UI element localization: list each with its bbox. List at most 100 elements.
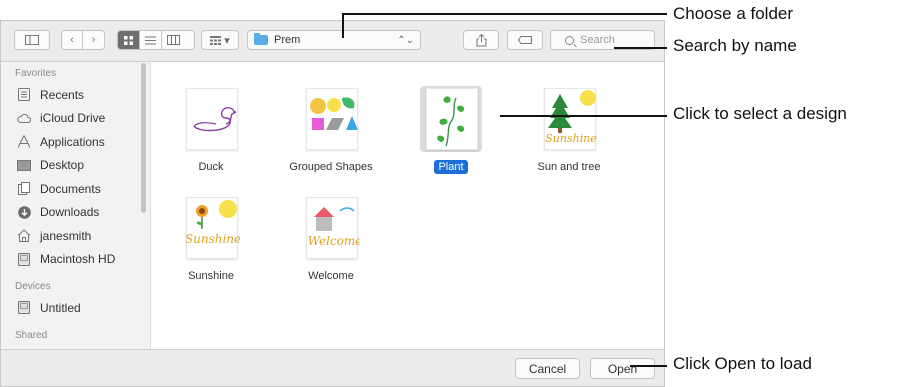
- sidebar-item-label: Untitled: [40, 300, 81, 315]
- sidebar-item-label: janesmith: [40, 228, 92, 243]
- thumb-text: Sunshine: [545, 132, 597, 145]
- file-thumbnail-selected: [420, 86, 482, 152]
- file-name: Grouped Shapes: [289, 161, 373, 173]
- duck-design-icon: [193, 107, 237, 132]
- callout-search-by-name: Search by name: [673, 36, 797, 55]
- callout-line-search: [614, 47, 667, 49]
- callout-open-to-load: Click Open to load: [673, 354, 812, 373]
- sidebar-scrollbar[interactable]: [141, 63, 146, 213]
- callout-line-open: [630, 365, 667, 367]
- desktop-icon: [17, 158, 31, 172]
- sidebar-icon: [25, 35, 39, 45]
- sidebar-item-label: Macintosh HD: [40, 252, 116, 267]
- tag-button[interactable]: [507, 30, 543, 50]
- recents-icon: [17, 88, 31, 102]
- sidebar-item-untitled[interactable]: Untitled: [1, 296, 150, 320]
- grid-icon: [124, 35, 133, 45]
- shapes-design-icon: [310, 97, 358, 130]
- sidebar-item-documents[interactable]: Documents: [1, 177, 150, 201]
- list-view-button[interactable]: [140, 31, 162, 49]
- popup-chevrons-icon: ⌃⌄: [397, 34, 414, 46]
- forward-button[interactable]: ›: [83, 31, 104, 49]
- column-view-button[interactable]: [162, 31, 184, 49]
- file-thumbnail: [180, 86, 242, 152]
- disk-icon: [17, 301, 31, 315]
- plant-design-icon: [437, 96, 465, 147]
- sun-tree-design-icon: Sunshine: [545, 90, 597, 145]
- file-thumbnail: Welcome: [300, 195, 362, 261]
- share-button[interactable]: [463, 30, 499, 50]
- sidebar-toggle-button[interactable]: [14, 30, 50, 50]
- welcome-design-icon: Welcome: [308, 207, 360, 248]
- sidebar-item-label: Documents: [40, 181, 101, 196]
- open-button[interactable]: Open: [590, 358, 655, 379]
- columns-icon: [166, 35, 180, 45]
- documents-icon: [17, 182, 31, 196]
- chevron-down-icon: ▾: [224, 34, 230, 47]
- file-name: Duck: [198, 161, 224, 173]
- open-file-dialog: ‹ › ▾ Prem ⌃⌄ Search Favorites Recents i…: [0, 20, 665, 387]
- thumb-text: Sunshine: [186, 232, 240, 246]
- sidebar-section-favorites: Favorites: [15, 68, 57, 79]
- search-icon: [565, 35, 574, 45]
- file-item-sun-and-tree[interactable]: Sunshine Sun and tree: [509, 86, 629, 175]
- cloud-icon: [17, 111, 31, 125]
- file-thumbnail: Sunshine: [180, 195, 242, 261]
- file-browser: Duck Grouped Shapes Plant Sunshine Sun a…: [151, 62, 664, 350]
- icon-view-button[interactable]: [118, 31, 140, 49]
- sidebar-item-label: Downloads: [40, 205, 100, 220]
- folder-icon: [254, 33, 268, 45]
- sidebar-item-label: iCloud Drive: [40, 111, 106, 126]
- sidebar-item-label: Recents: [40, 87, 85, 102]
- cancel-button[interactable]: Cancel: [515, 358, 580, 379]
- sidebar-section-devices: Devices: [15, 281, 51, 292]
- sidebar-item-applications[interactable]: Applications: [1, 130, 150, 154]
- file-name: Sunshine: [188, 270, 234, 282]
- toolbar: ‹ › ▾ Prem ⌃⌄ Search: [1, 21, 664, 62]
- chevron-right-icon: ›: [91, 34, 96, 46]
- current-folder-label: Prem: [274, 34, 301, 46]
- file-item-plant[interactable]: Plant: [391, 86, 511, 175]
- home-icon: [17, 229, 31, 243]
- sidebar-item-janesmith[interactable]: janesmith: [1, 224, 150, 248]
- file-item-sunshine[interactable]: Sunshine Sunshine: [151, 195, 271, 284]
- back-forward-group: ‹ ›: [61, 30, 105, 50]
- downloads-icon: [17, 205, 31, 219]
- sidebar-item-recents[interactable]: Recents: [1, 83, 150, 107]
- file-item-grouped-shapes[interactable]: Grouped Shapes: [271, 86, 391, 175]
- chevron-left-icon: ‹: [70, 34, 74, 46]
- sidebar-item-label: Applications: [40, 134, 105, 149]
- arrange-grid-icon: [210, 35, 222, 45]
- callout-line-select: [500, 115, 667, 117]
- share-icon: [476, 33, 486, 46]
- view-mode-group: [117, 30, 195, 50]
- back-button[interactable]: ‹: [62, 31, 84, 49]
- sidebar-item-downloads[interactable]: Downloads: [1, 201, 150, 225]
- list-icon: [145, 36, 156, 44]
- file-name: Plant: [434, 160, 468, 174]
- sidebar-item-icloud-drive[interactable]: iCloud Drive: [1, 107, 150, 131]
- dialog-footer: Cancel Open: [1, 349, 664, 386]
- callout-select-design: Click to select a design: [673, 104, 847, 123]
- arrange-button[interactable]: ▾: [201, 30, 239, 50]
- file-name: Sun and tree: [537, 161, 601, 173]
- sidebar-section-shared: Shared: [15, 329, 48, 341]
- sidebar-item-macintosh-hd[interactable]: Macintosh HD: [1, 248, 150, 272]
- file-name: Welcome: [308, 270, 354, 282]
- sunshine-design-icon: Sunshine: [186, 200, 240, 246]
- callout-choose-folder: Choose a folder: [673, 4, 794, 23]
- search-placeholder: Search: [580, 34, 615, 46]
- sidebar-item-desktop[interactable]: Desktop: [1, 154, 150, 178]
- file-item-welcome[interactable]: Welcome Welcome: [271, 195, 391, 284]
- tag-icon: [518, 36, 532, 44]
- file-thumbnail: [300, 86, 362, 152]
- sidebar: Favorites Recents iCloud Drive Applicati…: [1, 62, 151, 350]
- thumb-text: Welcome: [308, 234, 360, 248]
- file-thumbnail: Sunshine: [538, 86, 600, 152]
- folder-path-popup[interactable]: Prem ⌃⌄: [247, 30, 421, 50]
- applications-icon: [17, 135, 31, 149]
- disk-icon: [17, 252, 31, 266]
- callout-line-folder-vertical: [342, 13, 344, 38]
- file-item-duck[interactable]: Duck: [151, 86, 271, 175]
- callout-line-folder: [342, 13, 667, 15]
